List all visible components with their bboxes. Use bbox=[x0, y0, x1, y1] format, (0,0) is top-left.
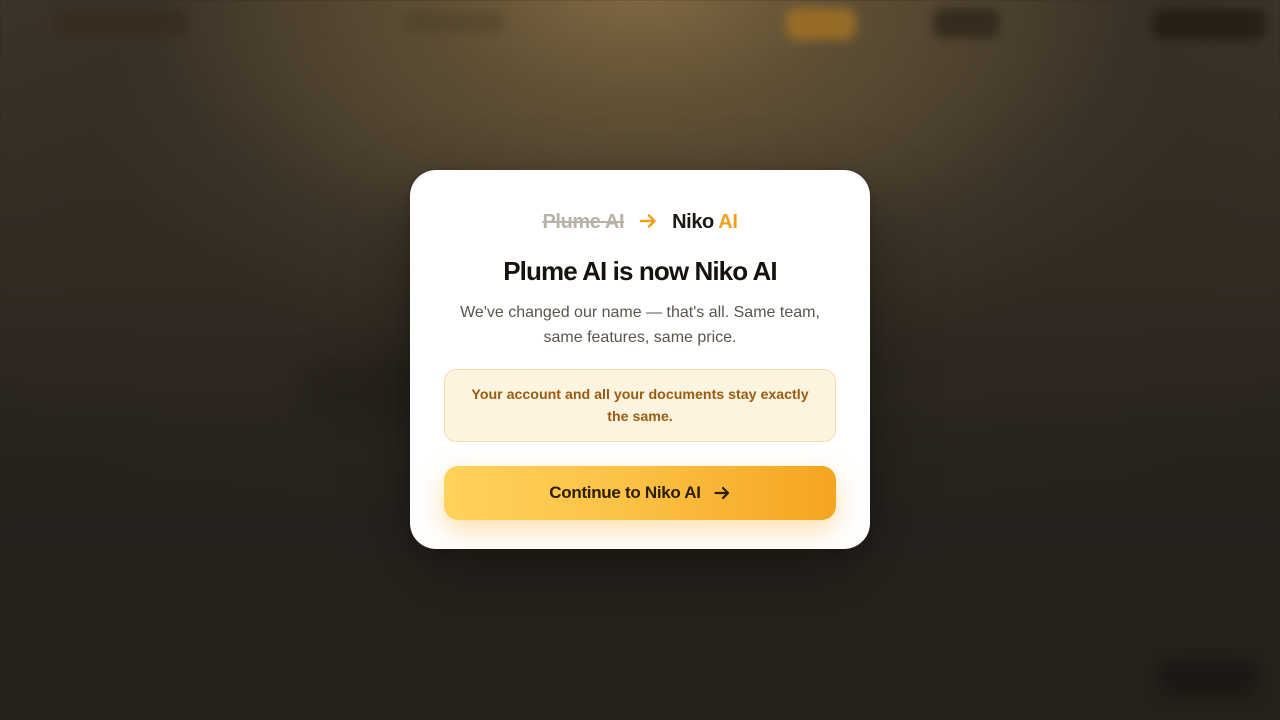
arrow-right-icon bbox=[638, 211, 658, 231]
arrow-right-icon bbox=[713, 484, 731, 502]
new-brand-name-main: Niko bbox=[672, 210, 714, 233]
new-brand-name: Niko AI bbox=[672, 210, 738, 234]
modal-title: Plume AI is now Niko AI bbox=[503, 256, 777, 286]
new-brand-name-accent: AI bbox=[718, 210, 738, 233]
account-notice-text: Your account and all your documents stay… bbox=[471, 386, 809, 425]
account-notice: Your account and all your documents stay… bbox=[444, 369, 836, 442]
continue-button[interactable]: Continue to Niko AI bbox=[444, 466, 836, 520]
old-brand-name: Plume AI bbox=[542, 210, 625, 233]
continue-button-label: Continue to Niko AI bbox=[549, 483, 701, 502]
rename-announcement-modal: Plume AI Niko AI Plume AI is now Niko AI… bbox=[410, 170, 870, 549]
modal-subtitle: We've changed our name — that's all. Sam… bbox=[460, 304, 820, 346]
rename-header: Plume AI Niko AI bbox=[410, 208, 870, 236]
